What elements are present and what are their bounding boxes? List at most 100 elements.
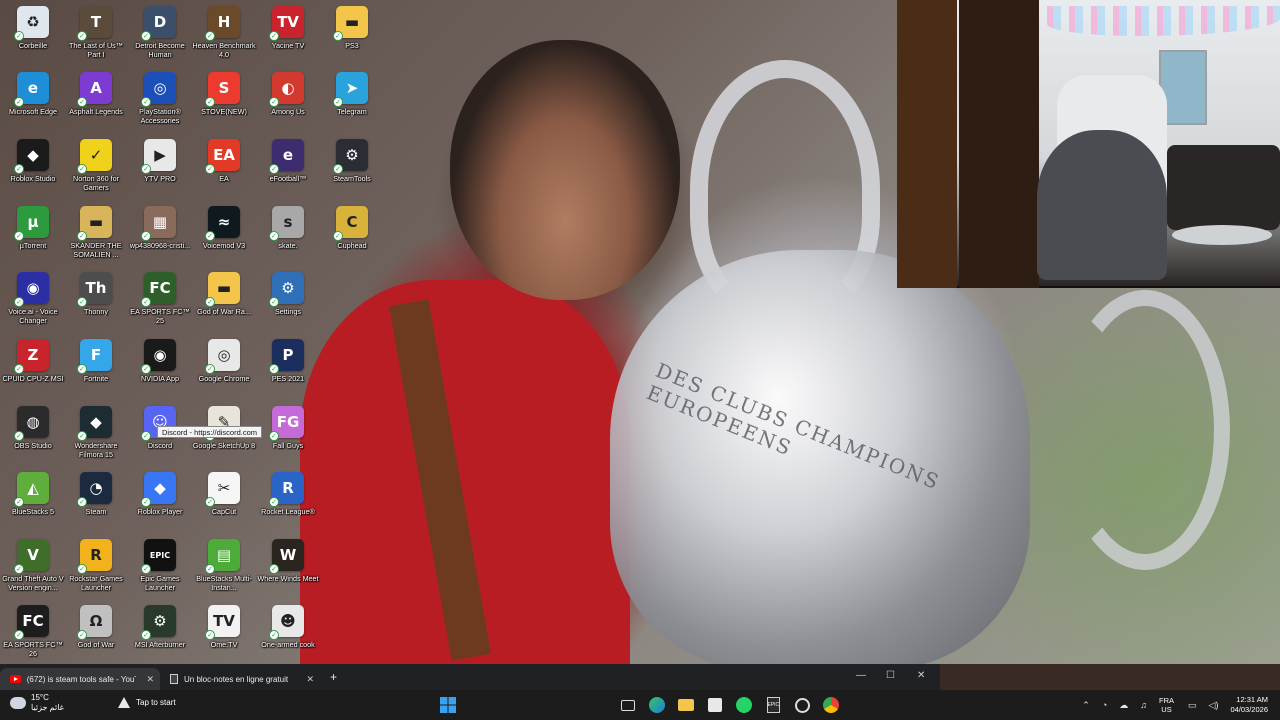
desktop-icon[interactable]: ▬ ✓ PS3	[319, 2, 385, 68]
taskbar-whatsapp-button[interactable]	[734, 695, 754, 715]
network-icon[interactable]: ▭	[1188, 700, 1197, 711]
desktop-icon[interactable]: C ✓ Cuphead	[319, 202, 385, 268]
volume-icon[interactable]: ◁)	[1209, 700, 1219, 711]
taskbar-chrome-button[interactable]	[821, 695, 841, 715]
sync-check-icon: ✓	[77, 97, 87, 107]
desktop-icon[interactable]: ◆ ✓ Roblox Studio	[0, 135, 66, 201]
store-icon	[708, 698, 722, 712]
new-tab-button[interactable]: +	[330, 670, 337, 684]
desktop-icon[interactable]: A ✓ Asphalt Legends	[63, 68, 129, 134]
desktop-icon-label: PlayStation® Accessories	[139, 107, 181, 125]
recycle-bin-icon: ♻ ✓	[14, 6, 49, 41]
sync-check-icon: ✓	[77, 497, 87, 507]
desktop-icon[interactable]: ☻ ✓ One-armed cook	[255, 601, 321, 667]
desktop-icon[interactable]: ⚙ ✓ SteamTools	[319, 135, 385, 201]
taskbar-edge-button[interactable]	[647, 695, 667, 715]
steam-tray-icon[interactable]: ◔	[1102, 700, 1107, 710]
desktop-icon[interactable]: ⚙ ✓ MSI Afterburner	[127, 601, 193, 667]
desktop-icon[interactable]: H ✓ Heaven Benchmark 4.0	[191, 2, 257, 68]
desktop-icon[interactable]: ▤ ✓ BlueStacks Multi-Instan...	[191, 535, 257, 601]
desktop-icon[interactable]: s ✓ skate.	[255, 202, 321, 268]
minimize-button[interactable]: —	[856, 670, 866, 681]
desktop-icon[interactable]: V ✓ Grand Theft Auto V Version engin...	[0, 535, 66, 601]
desktop-icon[interactable]: e ✓ Microsoft Edge	[0, 68, 66, 134]
desktop-icon[interactable]: ▬ ✓ SKANDER THE SOMALIEN ...	[63, 202, 129, 268]
pes-icon: P ✓	[269, 339, 304, 374]
task-view-button[interactable]	[618, 695, 638, 715]
desktop-icon[interactable]: ⚙ ✓ Settings	[255, 268, 321, 334]
onedrive-tray-icon[interactable]: ☁	[1119, 700, 1128, 711]
desktop-icon-label: Fall Guys	[272, 441, 304, 450]
browser-tab-youtube[interactable]: (672) is steam tools safe - YouT ✕	[0, 668, 160, 690]
taskbar-file-explorer-button[interactable]	[676, 695, 696, 715]
desktop-icon[interactable]: ◔ ✓ Steam	[63, 468, 129, 534]
desktop-icon[interactable]: ➤ ✓ Telegram	[319, 68, 385, 134]
desktop-icon[interactable]: R ✓ Rockstar Games Launcher	[63, 535, 129, 601]
sync-check-icon: ✓	[205, 364, 215, 374]
desktop-icon[interactable]: µ ✓ µTorrent	[0, 202, 66, 268]
desktop-icon[interactable]: e ✓ eFootball™	[255, 135, 321, 201]
clock[interactable]: 12:31 AM 04/03/2026	[1230, 695, 1268, 715]
folder-icon: ▬ ✓	[205, 272, 240, 307]
weather-widget[interactable]: 15°C غائم جزئيا	[8, 693, 64, 713]
desktop-icon[interactable]: ◐ ✓ Among Us	[255, 68, 321, 134]
maximize-button[interactable]: ☐	[886, 670, 895, 681]
desktop-icon-label: Google Chrome	[198, 374, 250, 383]
microphone-tray-icon[interactable]: ♫	[1140, 700, 1147, 710]
language-indicator[interactable]: FRA US	[1159, 696, 1174, 714]
desktop-icon[interactable]: Ω ✓ God of War	[63, 601, 129, 667]
sync-check-icon: ✓	[333, 164, 343, 174]
desktop-icon[interactable]: FC ✓ EA SPORTS FC™ 25	[127, 268, 193, 334]
desktop-icon[interactable]: ◉ ✓ NVIDIA App	[127, 335, 193, 401]
webcam-led-lights	[1047, 6, 1280, 36]
desktop-icon[interactable]: Z ✓ CPUID CPU-Z MSI	[0, 335, 66, 401]
desktop-icon[interactable]: ▦ ✓ wp4380968-cristi...	[127, 202, 193, 268]
desktop-icon-label: EA	[219, 174, 229, 183]
desktop-icon[interactable]: TV ✓ Yacine TV	[255, 2, 321, 68]
desktop-icon-label: EA SPORTS FC™ 25	[130, 307, 190, 325]
close-window-button[interactable]: ✕	[917, 670, 925, 681]
language-code: FRA	[1159, 696, 1175, 705]
desktop-icon[interactable]: ▬ ✓ God of War Ra...	[191, 268, 257, 334]
browser-tab-notepad[interactable]: Un bloc-notes en ligne gratuit ✕	[160, 668, 320, 690]
desktop-icon[interactable]: F ✓ Fortnite	[63, 335, 129, 401]
webcam-doorway	[959, 0, 1039, 288]
desktop-icon[interactable]: Th ✓ Thonny	[63, 268, 129, 334]
desktop-icon[interactable]: ✓ ✓ Norton 360 for Gamers	[63, 135, 129, 201]
desktop-icon[interactable]: ≈ ✓ Voicemod V3	[191, 202, 257, 268]
close-tab-icon[interactable]: ✕	[146, 674, 154, 685]
desktop-icon[interactable]: S ✓ STOVE(NEW)	[191, 68, 257, 134]
desktop-icon[interactable]: ◭ ✓ BlueStacks 5	[0, 468, 66, 534]
desktop-icon[interactable]: ◆ ✓ Wondershare Filmora 15	[63, 402, 129, 468]
desktop-icon[interactable]: ✂ ✓ CapCut	[191, 468, 257, 534]
sync-check-icon: ✓	[14, 97, 24, 107]
taskbar-store-button[interactable]	[705, 695, 725, 715]
desktop-icon[interactable]: EPIC ✓ Epic Games Launcher	[127, 535, 193, 601]
desktop-icon[interactable]: P ✓ PES 2021	[255, 335, 321, 401]
close-tab-icon[interactable]: ✕	[306, 674, 314, 685]
desktop-icon[interactable]: T ✓ The Last of Us™ Part I	[63, 2, 129, 68]
desktop-icon[interactable]: ◆ ✓ Roblox Player	[127, 468, 193, 534]
desktop-icon[interactable]: ◉ ✓ Voice.ai - Voice Changer	[0, 268, 66, 334]
desktop-icon[interactable]: W ✓ Where Winds Meet	[255, 535, 321, 601]
desktop-icon[interactable]: ♻ ✓ Corbeille	[0, 2, 66, 68]
desktop-icon[interactable]: R ✓ Rocket League®	[255, 468, 321, 534]
desktop-icon[interactable]: ▶ ✓ YTV PRO	[127, 135, 193, 201]
taskbar-steamtools-button[interactable]	[792, 695, 812, 715]
desktop-icon[interactable]: EA ✓ EA	[191, 135, 257, 201]
desktop-icon[interactable]: ◍ ✓ OBS Studio	[0, 402, 66, 468]
desktop-icon[interactable]: FC ✓ EA SPORTS FC™ 26	[0, 601, 66, 667]
file-explorer-icon	[678, 699, 694, 711]
sync-check-icon: ✓	[205, 31, 215, 41]
desktop-icon[interactable]: TV ✓ Ome.TV	[191, 601, 257, 667]
start-button[interactable]	[438, 695, 458, 715]
taskbar-epic-games-button[interactable]: EPIC	[763, 695, 783, 715]
desktop-icon[interactable]: D ✓ Detroit Become Human	[127, 2, 193, 68]
desktop-icon[interactable]: ◎ ✓ PlayStation® Accessories	[127, 68, 193, 134]
fortnite-icon: F ✓	[77, 339, 112, 374]
desktop-icon-label: SKANDER THE SOMALIEN ...	[70, 241, 122, 259]
tap-to-start-prompt[interactable]: Tap to start	[118, 697, 176, 708]
desktop-icon[interactable]: FG ✓ Fall Guys	[255, 402, 321, 468]
desktop-icon[interactable]: ◎ ✓ Google Chrome	[191, 335, 257, 401]
chevron-up-icon[interactable]: ⌃	[1082, 700, 1090, 711]
